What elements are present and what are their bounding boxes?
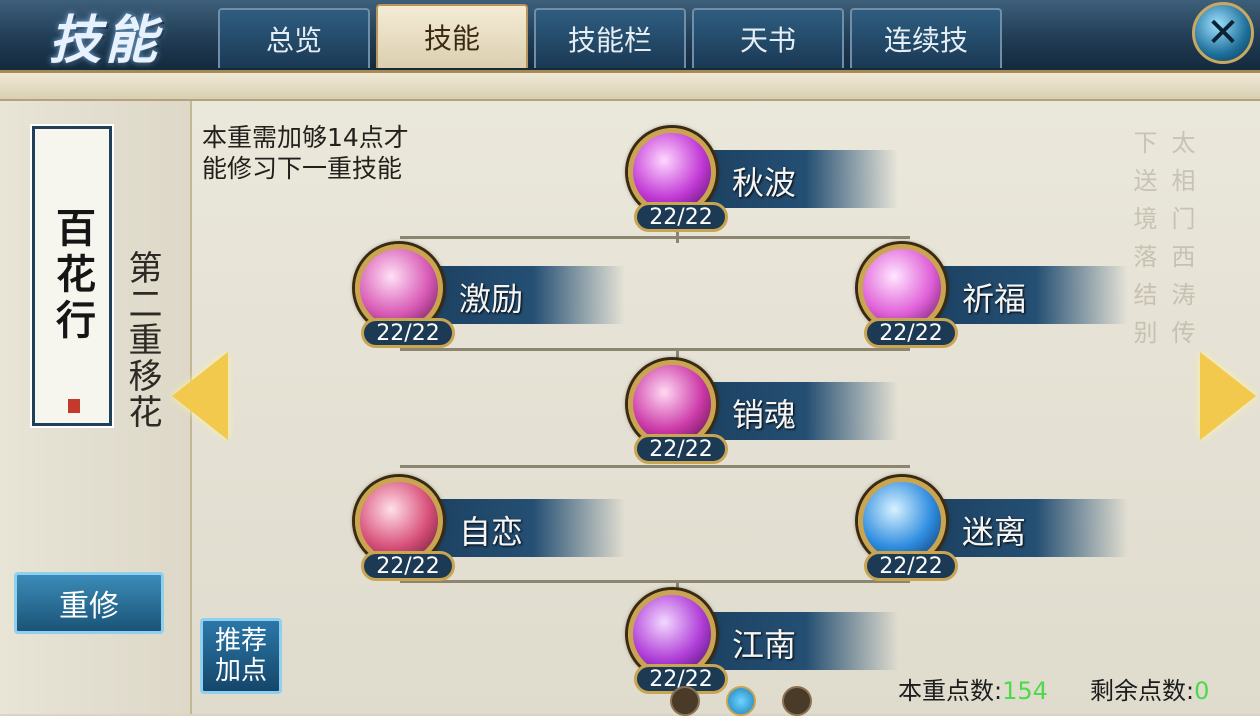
skill-node[interactable]: 江南 22/22	[628, 590, 898, 694]
page-dot[interactable]	[670, 686, 700, 716]
skill-name: 祈福	[962, 280, 1027, 318]
skill-name: 江南	[732, 626, 797, 664]
skill-node[interactable]: 销魂 22/22	[628, 360, 898, 464]
prev-page-arrow-icon[interactable]	[172, 352, 228, 440]
tier-points-label: 本重点数:	[898, 677, 1003, 705]
skill-node[interactable]: 祈福 22/22	[858, 244, 1128, 348]
seal-stamp	[68, 399, 80, 413]
close-button[interactable]: ✕	[1192, 2, 1254, 64]
skill-node[interactable]: 自恋 22/22	[355, 477, 625, 581]
skill-name: 自恋	[459, 513, 524, 551]
background-calligraphy: 太相门西涛传下送境落结别	[1129, 130, 1195, 358]
realm-label: 第二重移花	[122, 250, 162, 430]
next-page-arrow-icon[interactable]	[1200, 352, 1256, 440]
top-bar: 技能 总览 技能 技能栏 天书 连续技 ✕	[0, 0, 1260, 73]
skill-level: 22/22	[864, 318, 958, 348]
skill-level: 22/22	[361, 551, 455, 581]
tab-skills[interactable]: 技能	[376, 4, 528, 68]
remaining-points-value: 0	[1194, 677, 1210, 705]
tier-requirement-text: 本重需加够14点才 能修习下一重技能	[202, 123, 409, 183]
tree-connector	[400, 580, 910, 583]
tab-heavenly-book[interactable]: 天书	[692, 8, 844, 68]
skill-name: 销魂	[732, 396, 797, 434]
tree-connector	[400, 236, 910, 239]
panel-border	[0, 73, 1260, 101]
tier-points-value: 154	[1002, 677, 1048, 705]
tier-points: 本重点数:154	[898, 671, 1048, 706]
tree-connector	[400, 465, 910, 468]
remaining-points-label: 剩余点数:	[1090, 677, 1195, 705]
skill-node[interactable]: 迷离 22/22	[858, 477, 1128, 581]
skill-name: 迷离	[962, 513, 1027, 551]
window-title: 技能	[48, 9, 161, 71]
skill-level: 22/22	[864, 551, 958, 581]
skill-name: 秋波	[732, 164, 797, 202]
tab-overview[interactable]: 总览	[218, 8, 370, 68]
reset-skills-button[interactable]: 重修	[14, 572, 164, 634]
skill-name: 激励	[459, 280, 524, 318]
skill-node[interactable]: 秋波 22/22	[628, 128, 898, 232]
tree-connector	[400, 348, 910, 351]
skill-node[interactable]: 激励 22/22	[355, 244, 625, 348]
skill-level: 22/22	[634, 202, 728, 232]
tab-skill-bar[interactable]: 技能栏	[534, 8, 686, 68]
page-dot[interactable]	[782, 686, 812, 716]
skill-level: 22/22	[361, 318, 455, 348]
tab-bar: 总览 技能 技能栏 天书 连续技	[218, 4, 1002, 68]
remaining-points: 剩余点数:0	[1090, 671, 1209, 706]
recommend-points-button[interactable]: 推荐 加点	[200, 618, 282, 694]
skill-level: 22/22	[634, 434, 728, 464]
page-indicator	[670, 686, 812, 716]
school-scroll: 百花行	[30, 124, 114, 428]
school-name: 百花行	[49, 207, 96, 345]
page-dot-active[interactable]	[726, 686, 756, 716]
close-icon: ✕	[1206, 10, 1240, 56]
tab-combo-skills[interactable]: 连续技	[850, 8, 1002, 68]
